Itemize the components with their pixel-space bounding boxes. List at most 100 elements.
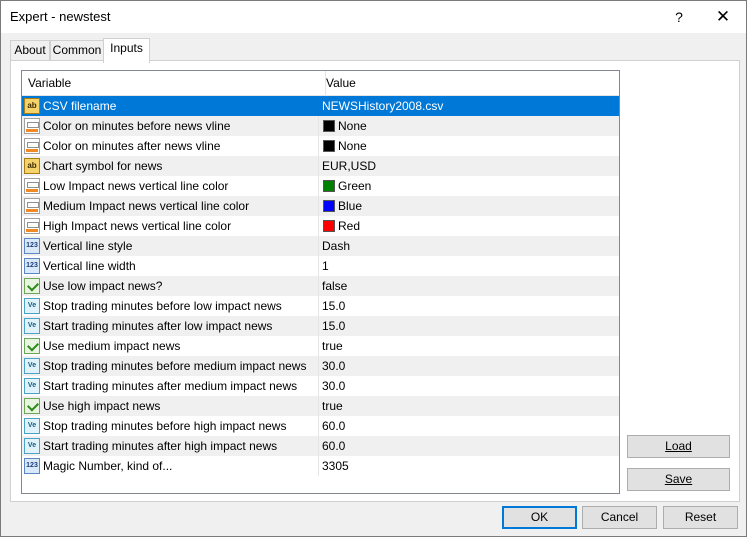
value-cell[interactable]: Red <box>338 216 360 236</box>
grid-row[interactable]: Ve Stop trading minutes before low impact… <box>22 296 619 316</box>
expert-dialog: Expert - newstest ? ✕ About Common Input… <box>0 0 747 537</box>
grid-row[interactable]: ab CSV filename NEWSHistory2008.csv <box>22 96 619 116</box>
value-cell[interactable]: Green <box>338 176 371 196</box>
ok-button[interactable]: OK <box>502 506 577 529</box>
help-button[interactable]: ? <box>665 3 693 31</box>
color-icon <box>24 178 40 194</box>
value-cell[interactable]: true <box>322 336 343 356</box>
integer-123-icon: 123 <box>24 258 40 274</box>
value-cell[interactable]: None <box>338 116 367 136</box>
cancel-button[interactable]: Cancel <box>582 506 657 529</box>
value-cell[interactable]: 1 <box>322 256 329 276</box>
grid-row[interactable]: 123 Vertical line style Dash <box>22 236 619 256</box>
grid-row[interactable]: Use medium impact news true <box>22 336 619 356</box>
column-separator <box>318 156 319 176</box>
value-cell[interactable]: 60.0 <box>322 436 345 456</box>
double-ve-icon: Ve <box>24 298 40 314</box>
tab-about[interactable]: About <box>10 40 50 61</box>
color-swatch <box>323 220 335 232</box>
grid-row[interactable]: ab Chart symbol for news EUR,USD <box>22 156 619 176</box>
color-swatch <box>323 120 335 132</box>
variable-name: Use low impact news? <box>43 279 163 293</box>
grid-row[interactable]: Use high impact news true <box>22 396 619 416</box>
variable-name: CSV filename <box>43 99 117 113</box>
grid-row[interactable]: Ve Stop trading minutes before medium imp… <box>22 356 619 376</box>
column-separator <box>318 416 319 436</box>
color-swatch <box>323 180 335 192</box>
tab-common[interactable]: Common <box>50 40 104 61</box>
value-cell[interactable]: 15.0 <box>322 316 345 336</box>
value-cell[interactable]: NEWSHistory2008.csv <box>322 96 443 116</box>
grid-row[interactable]: High Impact news vertical line color Red <box>22 216 619 236</box>
column-separator <box>318 316 319 336</box>
column-separator <box>318 276 319 296</box>
column-separator <box>318 256 319 276</box>
variable-name: Low Impact news vertical line color <box>43 179 229 193</box>
value-cell[interactable]: 30.0 <box>322 376 345 396</box>
color-swatch <box>323 200 335 212</box>
value-cell[interactable]: None <box>338 136 367 156</box>
variable-name: High Impact news vertical line color <box>43 219 232 233</box>
value-cell[interactable]: 60.0 <box>322 416 345 436</box>
window-title: Expert - newstest <box>10 9 111 24</box>
bool-icon <box>24 278 40 294</box>
variable-name: Chart symbol for news <box>43 159 163 173</box>
grid-row[interactable]: Ve Start trading minutes after medium imp… <box>22 376 619 396</box>
column-separator <box>318 296 319 316</box>
inputs-panel: Variable Value ab CSV filename NEWSHistory… <box>10 60 740 502</box>
close-button[interactable]: ✕ <box>706 3 740 31</box>
value-cell[interactable]: 3305 <box>322 456 349 476</box>
column-separator <box>318 396 319 416</box>
grid-row[interactable]: 123 Vertical line width 1 <box>22 256 619 276</box>
grid-row[interactable]: Use low impact news? false <box>22 276 619 296</box>
save-button-label: Save <box>664 472 693 486</box>
variable-name: Stop trading minutes before medium impac… <box>43 359 307 373</box>
double-ve-icon: Ve <box>24 378 40 394</box>
double-ve-icon: Ve <box>24 418 40 434</box>
color-swatch <box>323 140 335 152</box>
variable-name: Vertical line width <box>43 259 136 273</box>
variable-name: Stop trading minutes before low impact n… <box>43 299 282 313</box>
color-icon <box>24 138 40 154</box>
variable-name: Start trading minutes after high impact … <box>43 439 278 453</box>
reset-button[interactable]: Reset <box>663 506 738 529</box>
bool-icon <box>24 338 40 354</box>
grid-row[interactable]: Ve Start trading minutes after low impact… <box>22 316 619 336</box>
column-separator <box>318 356 319 376</box>
grid-row[interactable]: Color on minutes after news vline None <box>22 136 619 156</box>
column-header-variable[interactable]: Variable <box>22 71 326 95</box>
grid-row[interactable]: Ve Start trading minutes after high impac… <box>22 436 619 456</box>
tab-inputs[interactable]: Inputs <box>103 38 150 63</box>
column-separator <box>318 116 319 136</box>
title-bar: Expert - newstest ? ✕ <box>1 1 746 33</box>
load-button[interactable]: Load <box>627 435 730 458</box>
variable-name: Stop trading minutes before high impact … <box>43 419 287 433</box>
column-separator <box>318 376 319 396</box>
column-header-value[interactable]: Value <box>326 71 356 95</box>
color-icon <box>24 198 40 214</box>
value-cell[interactable]: EUR,USD <box>322 156 376 176</box>
grid-row[interactable]: Ve Stop trading minutes before high impac… <box>22 416 619 436</box>
column-separator <box>318 176 319 196</box>
tab-strip: About Common Inputs <box>1 33 746 63</box>
grid-header: Variable Value <box>22 71 619 96</box>
column-separator <box>318 436 319 456</box>
value-cell[interactable]: true <box>322 396 343 416</box>
value-cell[interactable]: Blue <box>338 196 362 216</box>
grid-row[interactable]: Color on minutes before news vline None <box>22 116 619 136</box>
value-cell[interactable]: 30.0 <box>322 356 345 376</box>
column-separator <box>318 216 319 236</box>
value-cell[interactable]: Dash <box>322 236 350 256</box>
column-separator <box>318 336 319 356</box>
variable-name: Magic Number, kind of... <box>43 459 173 473</box>
variable-name: Start trading minutes after low impact n… <box>43 319 273 333</box>
value-cell[interactable]: false <box>322 276 347 296</box>
value-cell[interactable]: 15.0 <box>322 296 345 316</box>
grid-row[interactable]: Low Impact news vertical line color Green <box>22 176 619 196</box>
grid-row[interactable]: Medium Impact news vertical line color Bl… <box>22 196 619 216</box>
variable-name: Use high impact news <box>43 399 161 413</box>
load-button-label: Load <box>665 439 692 453</box>
save-button[interactable]: Save <box>627 468 730 491</box>
grid-row[interactable]: 123 Magic Number, kind of... 3305 <box>22 456 619 476</box>
column-separator <box>318 96 319 116</box>
